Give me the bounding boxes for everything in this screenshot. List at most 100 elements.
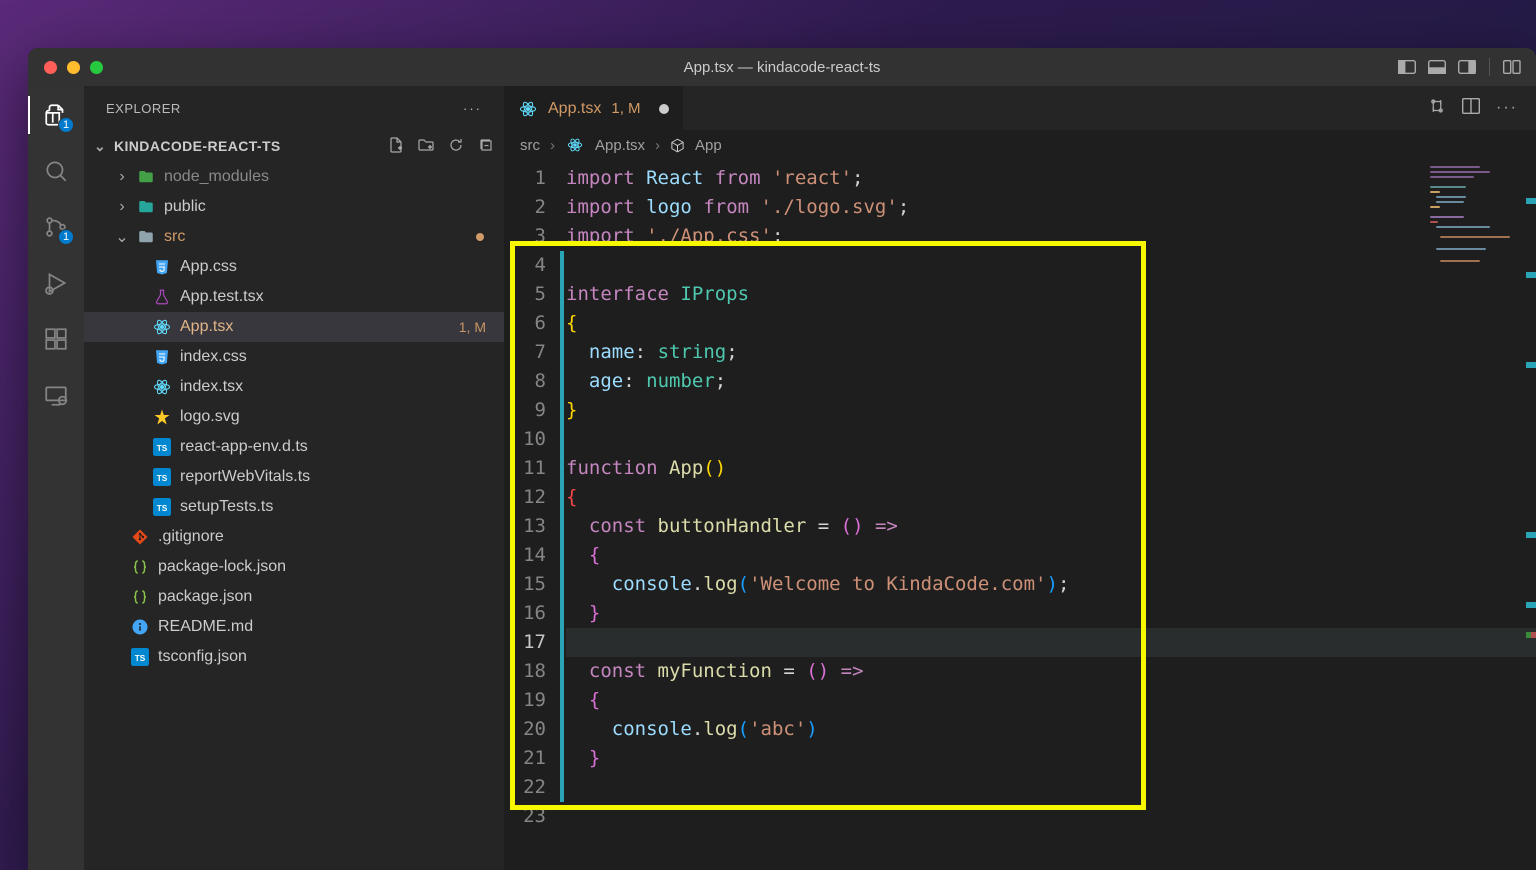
activity-explorer[interactable]: 1 — [41, 100, 71, 130]
tree-item-label: package.json — [158, 588, 252, 606]
window-title: App.tsx — kindacode-react-ts — [684, 59, 881, 76]
dirty-indicator-icon — [659, 104, 669, 114]
tree-item-label: App.css — [180, 258, 237, 276]
tree-item-label: index.tsx — [180, 378, 243, 396]
chevron-right-icon: › — [116, 198, 128, 216]
activity-remote[interactable] — [41, 380, 71, 410]
tree-folder[interactable]: ⌄src — [84, 222, 504, 252]
breadcrumbs[interactable]: src › App.tsx › App — [504, 130, 1536, 160]
tree-file[interactable]: package-lock.json — [84, 552, 504, 582]
tree-file[interactable]: App.test.tsx — [84, 282, 504, 312]
new-folder-icon[interactable] — [418, 137, 434, 156]
explorer-header: EXPLORER ··· — [84, 86, 504, 130]
tree-file[interactable]: TStsconfig.json — [84, 642, 504, 672]
line-number-gutter: 1234567891011121314151617181920212223 — [504, 160, 560, 870]
tree-file[interactable]: logo.svg — [84, 402, 504, 432]
svg-text:TS: TS — [135, 654, 146, 663]
close-window-icon[interactable] — [44, 61, 57, 74]
explorer-more-icon[interactable]: ··· — [463, 101, 482, 116]
tab-label: App.tsx — [548, 100, 601, 118]
tree-file[interactable]: index.tsx — [84, 372, 504, 402]
css-icon — [152, 257, 172, 277]
tree-item-label: .gitignore — [158, 528, 224, 546]
title-bar: App.tsx — kindacode-react-ts — [28, 48, 1536, 86]
tree-item-label: setupTests.ts — [180, 498, 273, 516]
tree-file[interactable]: TS react-app-env.d.ts — [84, 432, 504, 462]
ts-icon: TS — [152, 467, 172, 487]
react-icon — [152, 317, 172, 337]
folder-teal-icon — [136, 197, 156, 217]
breadcrumb-src[interactable]: src — [520, 137, 540, 154]
toggle-primary-side-icon[interactable] — [1397, 57, 1417, 77]
react-icon — [152, 377, 172, 397]
svg-text:TS: TS — [157, 504, 168, 513]
explorer-title: EXPLORER — [106, 101, 181, 116]
minimize-window-icon[interactable] — [67, 61, 80, 74]
tree-item-label: index.css — [180, 348, 247, 366]
tree-file[interactable]: App.css — [84, 252, 504, 282]
css-icon — [152, 347, 172, 367]
tree-folder[interactable]: ›node_modules — [84, 162, 504, 192]
explorer-root[interactable]: ⌄ KINDACODE-REACT-TS — [84, 130, 504, 162]
svg-text:TS: TS — [157, 444, 168, 453]
react-icon — [518, 99, 538, 119]
tree-folder[interactable]: › public — [84, 192, 504, 222]
diff-compare-icon[interactable] — [1428, 97, 1446, 120]
tree-file[interactable]: TS setupTests.ts — [84, 492, 504, 522]
activity-search[interactable] — [41, 156, 71, 186]
tree-file[interactable]: index.css — [84, 342, 504, 372]
toggle-panel-icon[interactable] — [1427, 57, 1447, 77]
tree-item-label: react-app-env.d.ts — [180, 438, 308, 456]
overview-ruler[interactable] — [1526, 162, 1536, 870]
editor-actions: ··· — [1428, 86, 1536, 130]
chevron-right-icon: › — [550, 137, 555, 154]
folder-generic-icon — [136, 227, 156, 247]
vscode-window: App.tsx — kindacode-react-ts 1 1 — [28, 48, 1536, 870]
tree-item-label: node_modules — [164, 168, 269, 186]
file-tree: ›node_modules › public ⌄src App.css App.test.… — [84, 162, 504, 672]
zoom-window-icon[interactable] — [90, 61, 103, 74]
folder-green-icon — [136, 167, 156, 187]
breadcrumb-symbol[interactable]: App — [695, 137, 722, 154]
breadcrumb-file[interactable]: App.tsx — [595, 137, 645, 154]
activity-scm[interactable]: 1 — [41, 212, 71, 242]
svg-icon — [152, 407, 172, 427]
chevron-down-icon: ⌄ — [94, 138, 106, 155]
ts-icon: TS — [152, 437, 172, 457]
new-file-icon[interactable] — [388, 137, 404, 156]
activity-debug[interactable] — [41, 268, 71, 298]
scm-badge: 1 — [58, 229, 74, 245]
code-editor[interactable]: 1234567891011121314151617181920212223 im… — [504, 160, 1536, 870]
editor-group: App.tsx 1, M ··· src › App.tsx › App — [504, 86, 1536, 870]
tree-item-label: App.tsx — [180, 318, 233, 336]
ts-icon: TS — [130, 647, 150, 667]
split-editor-icon[interactable] — [1462, 98, 1480, 119]
activity-extensions[interactable] — [41, 324, 71, 354]
react-icon — [565, 135, 585, 155]
svg-text:TS: TS — [157, 474, 168, 483]
chevron-right-icon: › — [655, 137, 660, 154]
tab-status: 1, M — [611, 100, 640, 117]
toggle-secondary-side-icon[interactable] — [1457, 57, 1477, 77]
tree-file[interactable]: package.json — [84, 582, 504, 612]
customize-layout-icon[interactable] — [1502, 57, 1522, 77]
tree-item-label: README.md — [158, 618, 253, 636]
window-controls — [44, 61, 103, 74]
tree-file[interactable]: .gitignore — [84, 522, 504, 552]
refresh-icon[interactable] — [448, 137, 464, 156]
tree-file[interactable]: README.md — [84, 612, 504, 642]
tree-item-label: src — [164, 228, 185, 246]
code-content[interactable]: import React from 'react';import logo fr… — [566, 160, 1536, 870]
explorer-badge: 1 — [58, 117, 74, 133]
tree-item-label: public — [164, 198, 206, 216]
collapse-all-icon[interactable] — [478, 137, 494, 156]
symbol-module-icon — [670, 138, 685, 153]
tab-app-tsx[interactable]: App.tsx 1, M — [504, 86, 683, 130]
more-actions-icon[interactable]: ··· — [1496, 99, 1518, 117]
explorer-root-actions — [388, 137, 494, 156]
ts-icon: TS — [152, 497, 172, 517]
tree-item-label: App.test.tsx — [180, 288, 264, 306]
tree-file[interactable]: App.tsx1, M — [84, 312, 504, 342]
tree-file[interactable]: TSreportWebVitals.ts — [84, 462, 504, 492]
flask-icon — [152, 287, 172, 307]
